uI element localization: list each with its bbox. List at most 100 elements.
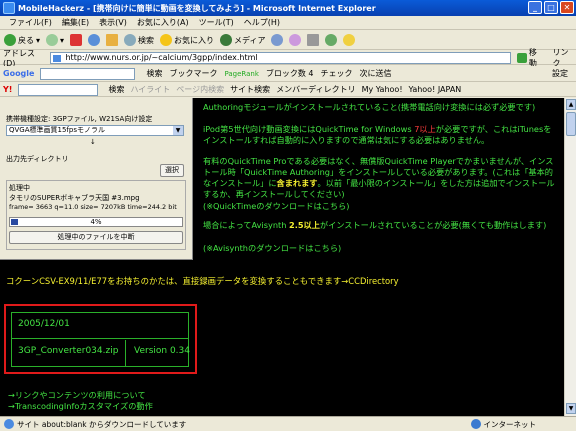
cancel-processing-button[interactable]: 処理中のファイルを中断 <box>9 231 183 244</box>
yahoo-search-input[interactable] <box>18 83 99 96</box>
address-input[interactable]: http://www.nurs.or.jp/~calcium/3gpp/inde… <box>50 51 512 64</box>
processing-group: 処理中 タモリのSUPERボキャブラ天国 #3.mpg frame= 3663 … <box>6 180 186 250</box>
popup-blocked-button[interactable]: ブロック数 4 <box>266 68 314 79</box>
refresh-icon <box>88 34 101 46</box>
refresh-button[interactable] <box>88 34 101 46</box>
standard-toolbar: 戻る ▾ ▾ 検索 お気に入り メディア <box>0 31 576 50</box>
processing-label: 処理中 <box>9 184 30 192</box>
mail-icon <box>289 34 302 46</box>
google-bookmarks-button[interactable]: ブックマーク <box>169 68 217 79</box>
google-search-input[interactable] <box>40 67 136 80</box>
site-search-button[interactable]: サイト検索 <box>230 84 270 95</box>
go-arrow-icon <box>517 52 527 63</box>
minimize-button[interactable]: _ <box>528 1 542 14</box>
download-table: 2005/12/01 3GP_Converter034.zip Version … <box>11 312 190 367</box>
processing-file: タモリのSUPERボキャブラ天国 #3.mpg <box>9 194 140 202</box>
back-arrow-icon <box>4 34 16 46</box>
highlight-button[interactable]: ハイライト <box>130 84 170 95</box>
google-toolbar: Google 検索 ブックマーク PageRank ブロック数 4 チェック 次… <box>0 66 576 82</box>
version-label: Version 0.34 <box>134 346 190 356</box>
menu-bar: ファイル(F) 編集(E) 表示(V) お気に入り(A) ツール(T) ヘルプ(… <box>0 16 576 30</box>
address-label: アドレス(D) <box>3 48 35 68</box>
google-search-button[interactable]: 検索 <box>146 68 162 79</box>
usage-link[interactable]: →リンクやコンテンツの利用について <box>8 390 308 401</box>
forward-arrow-icon <box>46 34 59 46</box>
mail-button[interactable] <box>289 34 302 46</box>
favorites-button[interactable]: お気に入り <box>160 34 214 46</box>
home-button[interactable] <box>106 34 119 46</box>
messenger-button[interactable] <box>343 34 356 46</box>
back-button[interactable]: 戻る ▾ <box>4 34 40 46</box>
menu-favorites[interactable]: お気に入り(A) <box>132 17 194 28</box>
media-button[interactable]: メディア <box>220 34 265 46</box>
maximize-button[interactable]: □ <box>544 1 558 14</box>
converter-window: 携帯機種設定: 3GPファイル, W21SA向け設定 QVGA標準画質15fps… <box>0 98 193 260</box>
window-controls: _ □ ✕ <box>528 1 574 14</box>
progress-text: 4% <box>90 218 102 226</box>
member-directory-button[interactable]: メンバーディレクトリ <box>276 84 355 95</box>
progress-bar: 4% <box>9 217 183 227</box>
edit-icon <box>325 34 338 46</box>
scroll-up-icon[interactable]: ▲ <box>566 99 576 110</box>
search-icon <box>124 34 137 46</box>
avisynth-download-link[interactable]: (※Avisynthのダウンロードはこちら) <box>203 243 559 254</box>
home-icon <box>106 34 119 46</box>
status-bar: サイト about:blank からダウンロードしています インターネット <box>0 416 576 431</box>
my-yahoo-button[interactable]: My Yahoo! <box>362 85 403 94</box>
yahoo-toolbar: Y! 検索 ハイライト ページ内検索 サイト検索 メンバーディレクトリ My Y… <box>0 83 576 97</box>
history-icon <box>271 34 284 46</box>
status-text: サイト about:blank からダウンロードしています <box>17 419 187 429</box>
stop-icon <box>70 34 83 46</box>
window-title: MobileHackerz - [携帯向けに簡単に動画を変換してみよう] - M… <box>18 3 376 13</box>
menu-tools[interactable]: ツール(T) <box>194 17 239 28</box>
page-search-button[interactable]: ページ内検索 <box>176 84 224 95</box>
forward-button[interactable]: ▾ <box>46 34 64 46</box>
vertical-scrollbar[interactable]: ▲ ▼ <box>564 98 576 416</box>
menu-view[interactable]: 表示(V) <box>94 17 132 28</box>
output-dir-label: 出力先ディレクトリ <box>6 155 69 163</box>
search-button[interactable]: 検索 <box>124 34 154 46</box>
ccdirectory-line[interactable]: コクーンCSV-EX9/11/E77をお持ちのかたは、直接録画データを変換するこ… <box>6 276 562 287</box>
download-highlight: 2005/12/01 3GP_Converter034.zip Version … <box>4 304 197 374</box>
send-to-button[interactable]: 次に送信 <box>360 68 392 79</box>
processing-stats: frame= 3663 q=11.0 size= 7207kB time=244… <box>9 203 177 211</box>
select-dir-button[interactable]: 選択 <box>160 164 184 177</box>
globe-icon <box>470 419 481 429</box>
stop-button[interactable] <box>70 34 83 46</box>
quicktime-requirement: Authoringモジュールがインストールされていること(携帯電話向け変換には必… <box>203 102 536 112</box>
preset-label: 携帯機種設定: 3GPファイル, W21SA向け設定 <box>6 115 153 123</box>
google-logo: Google <box>3 69 35 78</box>
pagerank-indicator: PageRank <box>224 69 259 78</box>
scroll-down-icon[interactable]: ▼ <box>566 403 576 414</box>
quicktime-pro-paragraph: 有料のQuickTime Proである必要はなく、無償版QuickTime Pl… <box>203 156 555 199</box>
download-file-link[interactable]: 3GP_Converter034.zip <box>12 340 126 366</box>
menu-file[interactable]: ファイル(F) <box>4 17 57 28</box>
history-button[interactable] <box>271 34 284 46</box>
edit-button[interactable] <box>325 34 338 46</box>
menu-help[interactable]: ヘルプ(H) <box>239 17 285 28</box>
title-bar: MobileHackerz - [携帯向けに簡単に動画を変換してみよう] - M… <box>0 0 576 16</box>
yahoo-logo: Y! <box>3 85 13 94</box>
customize-link[interactable]: →TranscodingInfoカスタマイズの動作 <box>8 401 308 412</box>
down-arrow-icon: ↓ <box>90 138 96 146</box>
messenger-icon <box>343 34 356 46</box>
release-date: 2005/12/01 <box>12 313 188 339</box>
print-button[interactable] <box>307 34 320 46</box>
yahoo-japan-button[interactable]: Yahoo! JAPAN <box>409 85 462 94</box>
scroll-thumb[interactable] <box>566 112 576 136</box>
star-icon <box>160 34 173 46</box>
close-button[interactable]: ✕ <box>560 1 574 14</box>
ie-icon <box>3 2 15 14</box>
preset-select[interactable]: QVGA標準画質15fpsモノラル <box>6 125 184 136</box>
spell-check-button[interactable]: チェック <box>321 68 353 79</box>
address-bar: アドレス(D) http://www.nurs.or.jp/~calcium/3… <box>0 48 576 68</box>
ie-page-icon <box>4 419 14 429</box>
ipod-paragraph: iPod第5世代向け動画変換にはQuickTime for Windows 7以… <box>203 124 552 145</box>
print-icon <box>307 34 320 46</box>
avisynth-paragraph: 場合によってAvisynth 2.5以上がインストールされていることが必要(無く… <box>203 220 547 230</box>
security-zone: インターネット <box>470 419 536 430</box>
yahoo-search-button[interactable]: 検索 <box>108 84 124 95</box>
quicktime-download-link[interactable]: (※QuickTimeのダウンロードはこちら) <box>203 201 559 212</box>
google-settings-button[interactable]: 設定 <box>552 68 568 79</box>
menu-edit[interactable]: 編集(E) <box>57 17 94 28</box>
